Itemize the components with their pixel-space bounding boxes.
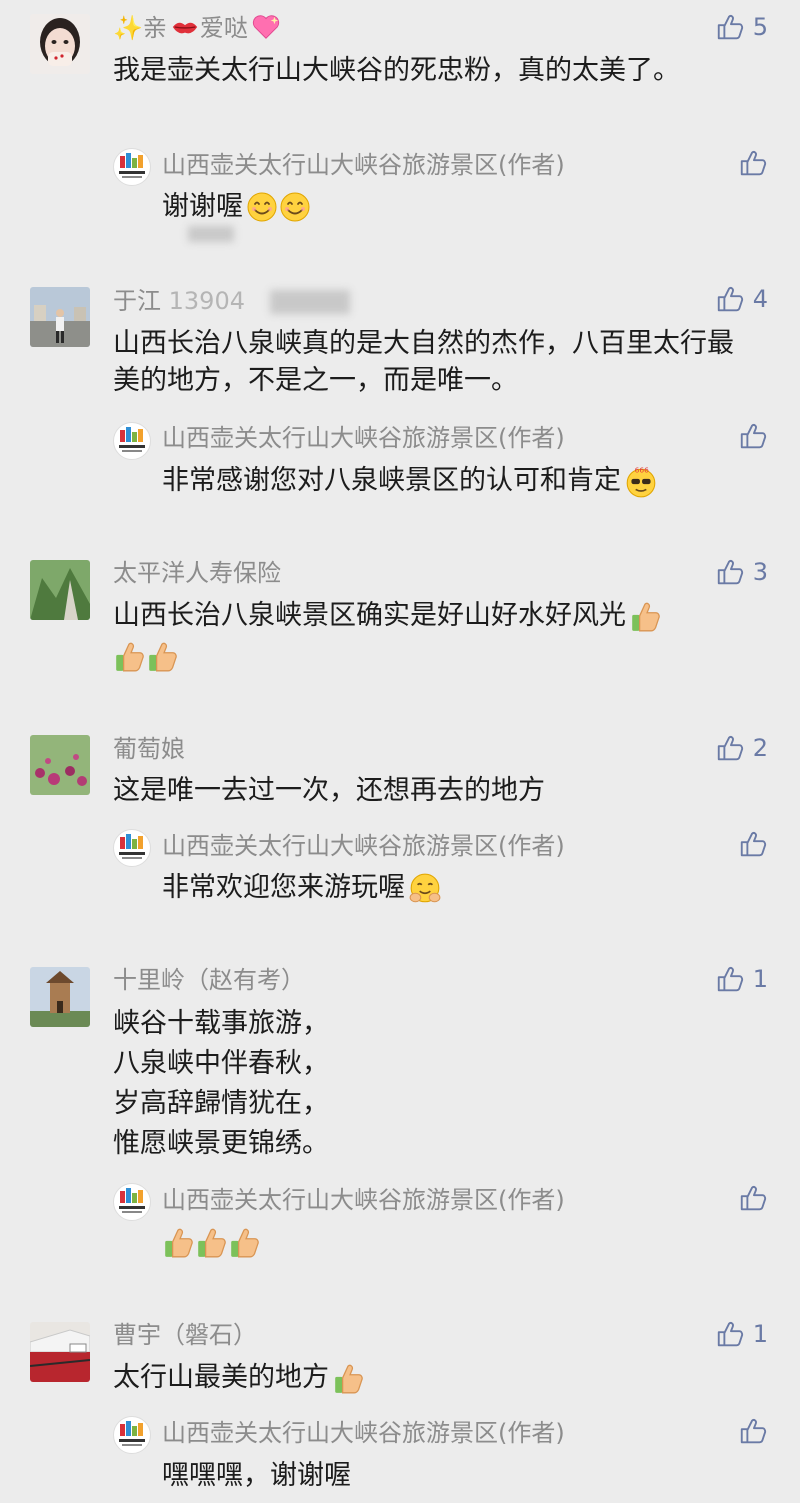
reply-like-button[interactable] xyxy=(738,1183,768,1217)
reply-text: 非常感谢您对八泉峡景区的认可和肯定 xyxy=(162,462,654,499)
like-button[interactable]: 1 xyxy=(715,964,768,994)
thumbs-up-outline-icon xyxy=(715,284,745,314)
avatar[interactable] xyxy=(30,1322,90,1382)
like-button[interactable]: 4 xyxy=(715,284,768,314)
thumbs-up-outline-icon xyxy=(738,1416,768,1446)
nickname: 曹宇（磐石） xyxy=(113,1321,257,1349)
reply-like-button[interactable] xyxy=(738,1416,768,1450)
poem-line: 岁高辞歸情犹在， xyxy=(113,1088,329,1119)
thumbs-up-outline-icon xyxy=(738,148,768,178)
avatar[interactable] xyxy=(30,735,90,795)
kiss-lips-icon xyxy=(170,12,200,42)
thumbs-up-outline-icon xyxy=(715,557,745,587)
reply-text: 谢谢喔 xyxy=(162,188,309,225)
reply-like-button[interactable] xyxy=(738,148,768,182)
like-count: 5 xyxy=(752,13,768,41)
author-avatar[interactable] xyxy=(113,829,151,867)
thumbs-up-outline-icon xyxy=(738,421,768,451)
reply-like-button[interactable] xyxy=(738,421,768,455)
like-button[interactable]: 5 xyxy=(715,12,768,42)
author-avatar[interactable] xyxy=(113,1183,151,1221)
emoji-row xyxy=(113,637,176,674)
reply-text: 非常欢迎您来游玩喔 xyxy=(162,869,438,906)
thumbs-up-emoji-icon xyxy=(228,1226,258,1256)
author-name: 山西壶关太行山大峡谷旅游景区(作者) xyxy=(162,151,565,179)
like-button[interactable]: 1 xyxy=(715,1319,768,1349)
sparkles-icon: ✨ xyxy=(113,14,143,42)
thumbs-up-outline-icon xyxy=(715,733,745,763)
poem-line: 八泉峡中伴春秋， xyxy=(113,1048,329,1079)
avatar[interactable] xyxy=(30,560,90,620)
like-count: 1 xyxy=(752,965,768,993)
nickname: 十里岭（赵有考） xyxy=(113,966,305,994)
nickname: 葡萄娘 xyxy=(113,735,185,763)
like-count: 1 xyxy=(752,1320,768,1348)
poem-line: 惟愿峡景更锦绣。 xyxy=(113,1128,329,1159)
comment-text: 山西长治八泉峡真的是大自然的杰作，八百里太行最美的地方，不是之一，而是唯一。 xyxy=(113,328,734,396)
nickname: ✨亲 爱哒 xyxy=(113,12,281,43)
like-count: 3 xyxy=(752,558,768,586)
avatar[interactable] xyxy=(30,287,90,347)
thumbs-up-emoji-icon xyxy=(146,640,176,670)
thumbs-up-outline-icon xyxy=(715,1319,745,1349)
thumbs-up-emoji-icon xyxy=(162,1226,192,1256)
blurred-region xyxy=(188,226,234,242)
author-avatar[interactable] xyxy=(113,422,151,460)
author-name: 山西壶关太行山大峡谷旅游景区(作者) xyxy=(162,1419,565,1447)
poem-line: 峡谷十载事旅游， xyxy=(113,1008,329,1039)
thumbs-up-outline-icon xyxy=(715,12,745,42)
author-avatar[interactable] xyxy=(113,1416,151,1454)
comment-text: 我是壶关太行山大峡谷的死忠粉，真的太美了。 xyxy=(113,55,680,86)
avatar[interactable] xyxy=(30,967,90,1027)
reply-text xyxy=(162,1223,258,1260)
reply-like-button[interactable] xyxy=(738,829,768,863)
thumbs-up-emoji-icon xyxy=(195,1226,225,1256)
sunglasses-666-emoji-icon xyxy=(624,465,654,495)
thumbs-up-emoji-icon xyxy=(332,1362,362,1392)
thumbs-up-emoji-icon xyxy=(113,640,143,670)
comment-text: 这是唯一去过一次，还想再去的地方 xyxy=(113,775,545,806)
author-avatar[interactable] xyxy=(113,148,151,186)
smile-emoji-icon xyxy=(279,191,309,221)
thumbs-up-outline-icon xyxy=(715,964,745,994)
author-name: 山西壶关太行山大峡谷旅游景区(作者) xyxy=(162,1186,565,1214)
comment-text: 山西长治八泉峡景区确实是好山好水好风光 xyxy=(113,597,659,634)
reply-text: 嘿嘿嘿，谢谢喔 xyxy=(162,1460,351,1491)
thumbs-up-emoji-icon xyxy=(629,600,659,630)
sparkling-heart-icon xyxy=(251,12,281,42)
author-name: 山西壶关太行山大峡谷旅游景区(作者) xyxy=(162,832,565,860)
thumbs-up-outline-icon xyxy=(738,1183,768,1213)
smile-emoji-icon xyxy=(246,191,276,221)
comment-text: 太行山最美的地方 xyxy=(113,1359,362,1396)
author-name: 山西壶关太行山大峡谷旅游景区(作者) xyxy=(162,424,565,452)
blurred-region xyxy=(270,290,350,314)
nickname: 于江 13904 xyxy=(113,287,245,315)
avatar[interactable] xyxy=(30,14,90,74)
like-button[interactable]: 2 xyxy=(715,733,768,763)
like-count: 2 xyxy=(752,734,768,762)
thumbs-up-outline-icon xyxy=(738,829,768,859)
like-button[interactable]: 3 xyxy=(715,557,768,587)
hug-emoji-icon xyxy=(408,872,438,902)
nickname: 太平洋人寿保险 xyxy=(113,559,281,587)
like-count: 4 xyxy=(752,285,768,313)
